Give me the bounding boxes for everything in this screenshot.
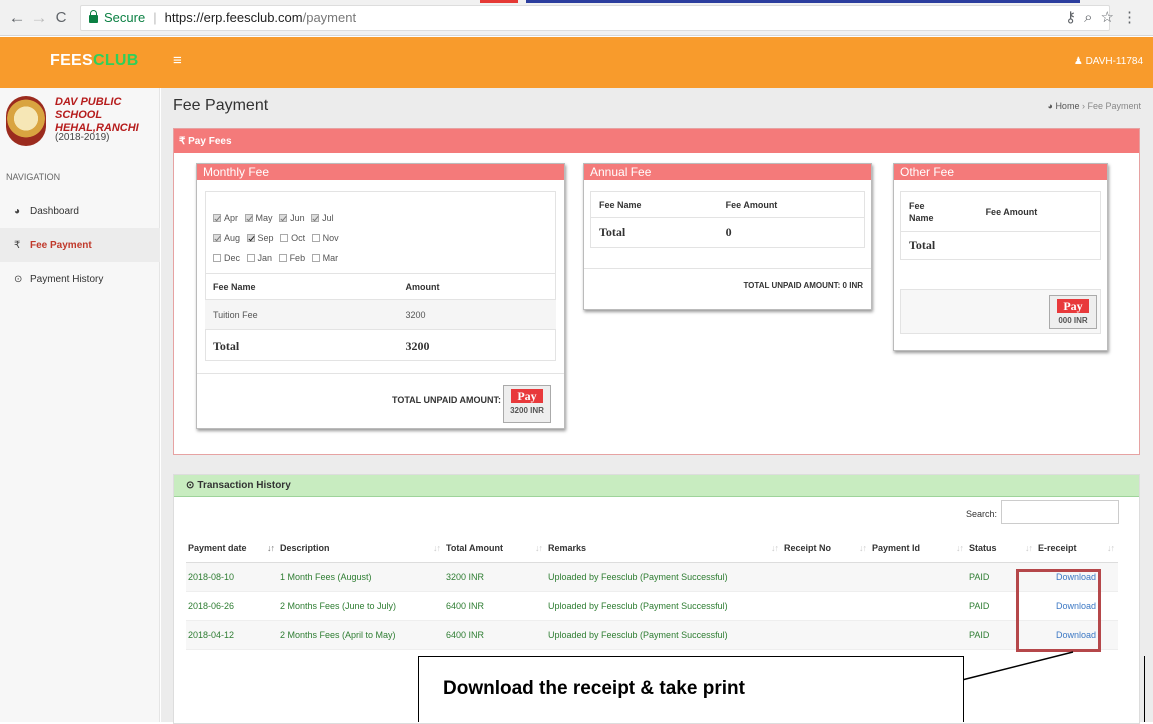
lock-icon bbox=[89, 9, 98, 23]
sidebar-item-dashboard[interactable]: ◕ Dashboard bbox=[0, 194, 160, 228]
month-checkbox-jul[interactable] bbox=[311, 214, 320, 222]
browser-toolbar: ← → C Secure | https://erp.feesclub.com /… bbox=[0, 0, 1153, 36]
col-amount: Amount bbox=[405, 281, 440, 292]
monthly-fee-title: Monthly Fee bbox=[197, 164, 564, 180]
total-label: Total bbox=[213, 338, 240, 353]
url-path: /payment bbox=[302, 10, 357, 25]
other-fee-title: Other Fee bbox=[894, 164, 1107, 180]
col-receipt-no[interactable]: Receipt No ↓↑ bbox=[782, 535, 870, 563]
url-host: https://erp.feesclub.com bbox=[164, 10, 303, 25]
callout-text: Download the receipt & take print bbox=[443, 678, 745, 699]
menu-dots-icon[interactable]: ⋮ bbox=[1122, 9, 1145, 26]
month-checkbox-jun[interactable] bbox=[279, 214, 288, 222]
nav-heading: NAVIGATION bbox=[6, 172, 61, 182]
other-fee-box: Other Fee Fee Name Fee Amount Total Pay 00… bbox=[893, 163, 1108, 351]
sidebar: DAV PUBLIC SCHOOL HEHAL,RANCHI (2018-201… bbox=[0, 88, 160, 722]
table-row: 2018-08-10 1 Month Fees (August) 3200 IN… bbox=[186, 562, 1118, 592]
reload-icon[interactable]: C bbox=[50, 9, 72, 26]
monthly-fee-table: Fee Name Amount Tuition Fee 3200 Total 3200 bbox=[205, 273, 556, 363]
unpaid-label: TOTAL UNPAID AMOUNT: bbox=[392, 395, 501, 405]
col-status[interactable]: Status ↓↑ bbox=[967, 535, 1036, 563]
month-checkbox-jan[interactable] bbox=[246, 254, 255, 262]
page-title: Fee Payment bbox=[173, 97, 269, 114]
breadcrumb-current: Fee Payment bbox=[1087, 101, 1141, 111]
hamburger-menu-icon[interactable]: ≡ bbox=[173, 52, 182, 69]
breadcrumb-home[interactable]: Home bbox=[1055, 101, 1079, 111]
transaction-table: Payment date ↓↑ Description ↓↑ Total Amoun… bbox=[186, 535, 1118, 650]
month-checkbox-oct[interactable] bbox=[280, 234, 289, 242]
forward-icon[interactable]: → bbox=[28, 8, 50, 28]
month-checkbox-apr[interactable] bbox=[213, 214, 221, 222]
pay-fees-header: ₹ Pay Fees bbox=[174, 129, 1139, 153]
pay-button-monthly[interactable]: Pay 3200 INR bbox=[503, 385, 551, 423]
month-checkbox-may[interactable] bbox=[244, 214, 253, 222]
monthly-fee-box: Monthly Fee Apr May Jun Jul Aug Sep Oct … bbox=[196, 163, 565, 429]
month-checkbox-sep[interactable] bbox=[246, 234, 255, 242]
search-label: Search: bbox=[966, 509, 998, 519]
sidebar-item-fee-payment[interactable]: ₹ Fee Payment bbox=[0, 228, 160, 262]
secure-label: Secure bbox=[104, 10, 146, 25]
main-content: Fee Payment ◕ Home › Fee Payment ₹ Pay F… bbox=[161, 88, 1153, 724]
download-highlight-box bbox=[1016, 569, 1101, 652]
decorative-stripe bbox=[480, 0, 1080, 3]
zoom-icon[interactable]: ⌕ bbox=[1084, 9, 1100, 26]
home-icon: ◕ bbox=[1047, 101, 1053, 111]
pay-button-other[interactable]: Pay 000 INR bbox=[1049, 295, 1097, 329]
secure-indicator[interactable]: Secure bbox=[89, 9, 146, 25]
key-icon[interactable]: ⚷ bbox=[1065, 9, 1084, 26]
star-icon[interactable]: ☆ bbox=[1101, 9, 1122, 26]
user-icon: ♟ bbox=[1073, 56, 1083, 67]
col-ereceipt[interactable]: E-receipt ↓↑ bbox=[1036, 535, 1118, 563]
dashboard-icon: ◕ bbox=[14, 205, 21, 217]
col-payment-date[interactable]: Payment date ↓↑ bbox=[186, 535, 278, 563]
month-checkbox-mar[interactable] bbox=[311, 254, 320, 262]
app-header: FEESCLUB ≡ ♟ DAVH-11784 bbox=[0, 37, 1153, 88]
annual-fee-table: Fee Name Fee Amount Total 0 bbox=[590, 191, 865, 248]
month-checkbox-dec[interactable] bbox=[213, 254, 221, 262]
school-logo bbox=[6, 96, 46, 146]
annual-fee-title: Annual Fee bbox=[584, 164, 871, 180]
transaction-history-header: ⊙ Transaction History bbox=[174, 475, 1139, 497]
fee-row-amount: 3200 bbox=[405, 309, 426, 320]
callout-arrow-line bbox=[957, 651, 1074, 682]
clock-icon: ⊙ bbox=[186, 480, 195, 491]
table-row: 2018-04-12 2 Months Fees (April to May) … bbox=[186, 620, 1118, 650]
table-row: 2018-06-26 2 Months Fees (June to July) … bbox=[186, 591, 1118, 621]
breadcrumb: ◕ Home › Fee Payment bbox=[1047, 101, 1141, 111]
col-description[interactable]: Description ↓↑ bbox=[278, 535, 444, 563]
app-logo[interactable]: FEESCLUB bbox=[50, 52, 139, 70]
total-value: 3200 bbox=[405, 338, 430, 353]
clock-icon: ⊙ bbox=[14, 273, 23, 285]
month-checkbox-feb[interactable] bbox=[278, 254, 287, 262]
month-selector: Apr May Jun Jul Aug Sep Oct Nov Dec Jan … bbox=[209, 208, 339, 268]
col-total-amount[interactable]: Total Amount ↓↑ bbox=[444, 535, 546, 563]
callout-box: Download the receipt & take print bbox=[418, 656, 964, 722]
other-fee-table: Fee Name Fee Amount Total bbox=[900, 191, 1101, 260]
address-bar[interactable]: Secure | https://erp.feesclub.com/paymen… bbox=[80, 4, 1110, 31]
back-icon[interactable]: ← bbox=[6, 8, 28, 28]
search-input[interactable] bbox=[1001, 500, 1119, 524]
annotation-edge-line bbox=[1144, 656, 1145, 722]
session-year: (2018-2019) bbox=[55, 132, 110, 143]
col-remarks[interactable]: Remarks ↓↑ bbox=[546, 535, 782, 563]
col-fee-name: Fee Name bbox=[213, 281, 256, 292]
sidebar-item-payment-history[interactable]: ⊙ Payment History bbox=[0, 262, 160, 296]
month-checkbox-nov[interactable] bbox=[311, 234, 320, 242]
col-payment-id[interactable]: Payment Id ↓↑ bbox=[870, 535, 967, 563]
annual-unpaid-label: TOTAL UNPAID AMOUNT: 0 INR bbox=[743, 281, 863, 290]
school-name: DAV PUBLIC SCHOOL HEHAL,RANCHI bbox=[55, 96, 139, 134]
pay-fees-panel: ₹ Pay Fees Monthly Fee Apr May Jun Jul A… bbox=[173, 128, 1140, 455]
rupee-icon: ₹ bbox=[14, 239, 21, 251]
browser-actions: ⚷⌕☆⋮ bbox=[1065, 8, 1145, 26]
fee-row-name: Tuition Fee bbox=[213, 309, 258, 320]
annual-fee-box: Annual Fee Fee Name Fee Amount Total 0 TOT… bbox=[583, 163, 872, 310]
user-menu[interactable]: ♟ DAVH-11784 bbox=[1074, 56, 1143, 67]
month-checkbox-aug[interactable] bbox=[213, 234, 221, 242]
